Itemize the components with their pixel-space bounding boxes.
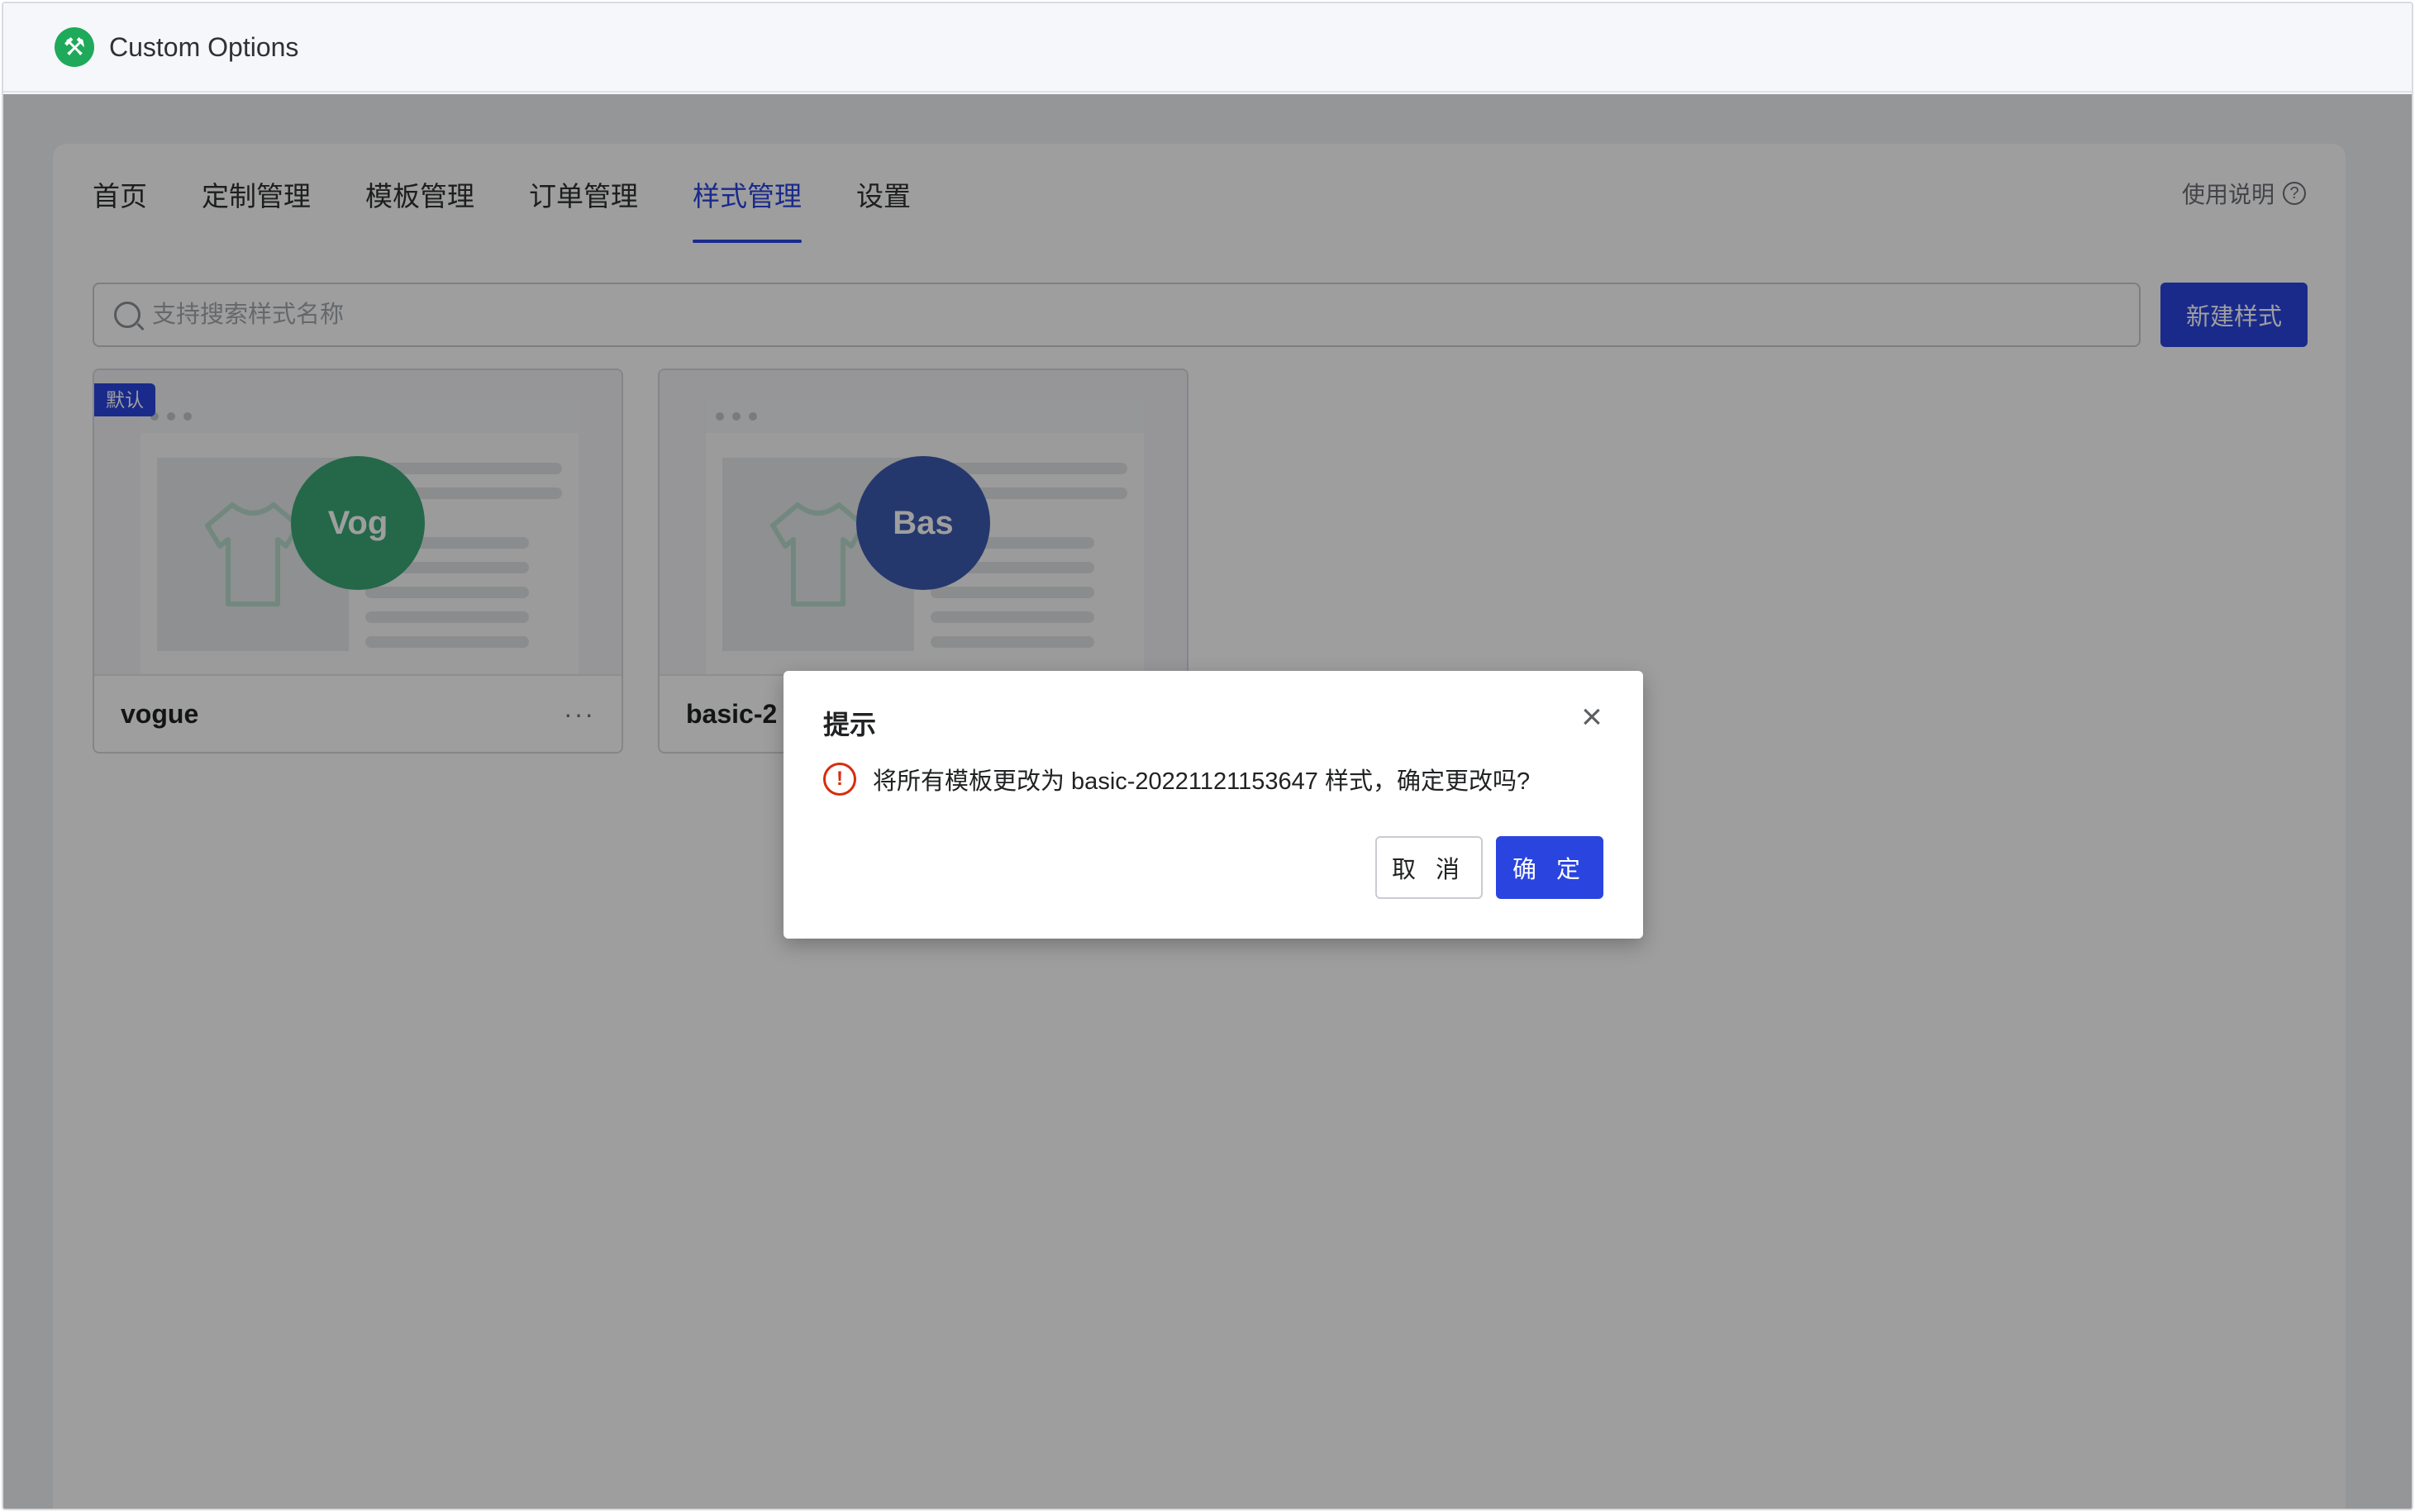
close-icon[interactable]: × (1574, 699, 1610, 735)
cancel-button[interactable]: 取 消 (1375, 836, 1483, 899)
dialog-title: 提示 (823, 710, 877, 739)
dialog-message-text: 将所有模板更改为 basic-20221121153647 样式，确定更改吗? (873, 768, 1531, 795)
app-header: ⚒ Custom Options (3, 3, 2412, 93)
app-title: Custom Options (109, 31, 299, 62)
app-window: ⚒ Custom Options 首页 定制管理 模板管理 订单管理 样式管理 … (2, 2, 2413, 1510)
tools-icon: ⚒ (55, 27, 94, 67)
warning-icon: ! (823, 763, 856, 796)
dialog-message: ! 将所有模板更改为 basic-20221121153647 样式，确定更改吗… (823, 762, 1530, 796)
confirm-dialog: 提示 × ! 将所有模板更改为 basic-20221121153647 样式，… (784, 671, 1643, 939)
confirm-button[interactable]: 确 定 (1496, 836, 1603, 899)
